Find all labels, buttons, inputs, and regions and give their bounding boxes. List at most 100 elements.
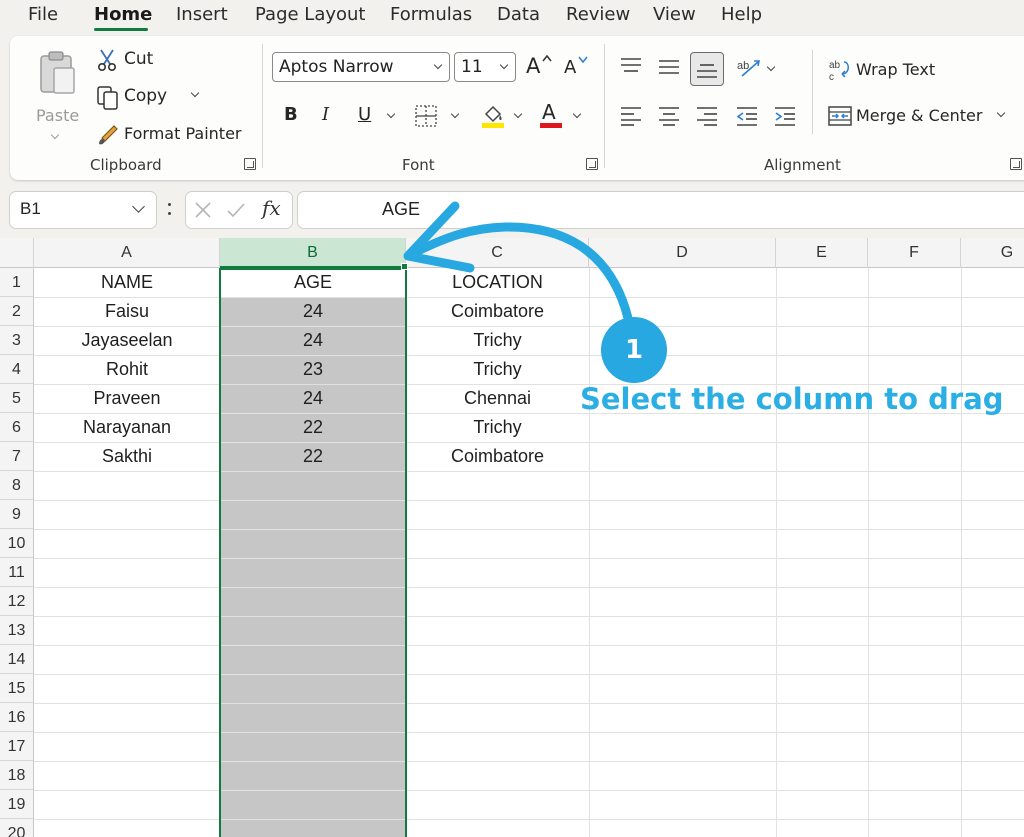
format-painter-label: Format Painter (124, 124, 242, 143)
enter-check-icon[interactable] (226, 201, 246, 219)
column-header-d[interactable]: D (589, 238, 776, 268)
tab-data[interactable]: Data (497, 4, 540, 25)
align-center-icon[interactable] (658, 106, 680, 126)
formula-bar-options-icon[interactable] (166, 200, 174, 220)
cell-c2[interactable]: Coimbatore (406, 297, 589, 326)
select-all-corner[interactable] (0, 238, 34, 268)
fill-handle[interactable] (401, 263, 408, 270)
font-color-button[interactable]: A (538, 100, 564, 130)
borders-icon[interactable] (414, 104, 438, 128)
alignment-dialog-launcher-icon[interactable] (1010, 158, 1022, 170)
row-header-5[interactable]: 5 (0, 384, 34, 413)
cell-a1[interactable]: NAME (34, 268, 220, 297)
grid-line (34, 732, 1024, 733)
row-header-19[interactable]: 19 (0, 790, 34, 819)
cell-a7[interactable]: Sakthi (34, 442, 220, 471)
decrease-font-size-button[interactable]: A (562, 52, 592, 82)
row-header-17[interactable]: 17 (0, 732, 34, 761)
row-header-20[interactable]: 20 (0, 819, 34, 837)
align-right-icon[interactable] (696, 106, 718, 126)
row-header-12[interactable]: 12 (0, 587, 34, 616)
chevron-down-icon[interactable] (513, 109, 523, 119)
chevron-down-icon[interactable] (572, 109, 582, 119)
column-header-a[interactable]: A (34, 238, 220, 268)
chevron-down-icon[interactable] (132, 200, 145, 213)
underline-button[interactable]: U (358, 104, 371, 125)
chevron-down-icon[interactable] (766, 62, 776, 72)
clipboard-dialog-launcher-icon[interactable] (244, 158, 256, 170)
cell-c4[interactable]: Trichy (406, 355, 589, 384)
row-header-9[interactable]: 9 (0, 500, 34, 529)
insert-function-button[interactable]: fx (262, 196, 281, 220)
row-header-4[interactable]: 4 (0, 355, 34, 384)
spreadsheet-grid[interactable]: A B C D E F G 1 2 3 4 5 6 7 8 9 10 11 12… (0, 238, 1024, 837)
selection-border[interactable] (219, 268, 407, 837)
cut-button[interactable]: Cut (94, 46, 174, 74)
tab-page-layout[interactable]: Page Layout (255, 4, 366, 25)
orientation-icon[interactable]: ab (736, 56, 762, 80)
copy-button[interactable]: Copy (94, 84, 204, 112)
cell-a2[interactable]: Faisu (34, 297, 220, 326)
row-header-18[interactable]: 18 (0, 761, 34, 790)
cell-c7[interactable]: Coimbatore (406, 442, 589, 471)
row-header-13[interactable]: 13 (0, 616, 34, 645)
italic-button[interactable]: I (322, 104, 329, 125)
row-header-16[interactable]: 16 (0, 703, 34, 732)
decrease-indent-icon[interactable] (736, 106, 758, 126)
cell-a4[interactable]: Rohit (34, 355, 220, 384)
cell-a5[interactable]: Praveen (34, 384, 220, 413)
tab-view[interactable]: View (653, 4, 696, 25)
cell-a6[interactable]: Narayanan (34, 413, 220, 442)
chevron-down-icon[interactable] (450, 109, 460, 119)
formula-input[interactable]: AGE (298, 192, 1024, 228)
row-header-7[interactable]: 7 (0, 442, 34, 471)
font-name-select[interactable]: Aptos Narrow (272, 52, 450, 82)
tab-formulas[interactable]: Formulas (390, 4, 472, 25)
cell-c3[interactable]: Trichy (406, 326, 589, 355)
column-header-e[interactable]: E (776, 238, 868, 268)
increase-font-size-button[interactable]: A (524, 52, 554, 82)
tab-review[interactable]: Review (566, 4, 630, 25)
cell-a3[interactable]: Jayaseelan (34, 326, 220, 355)
row-header-10[interactable]: 10 (0, 529, 34, 558)
wrap-text-button[interactable]: ab c Wrap Text (826, 56, 946, 86)
paste-label: Paste (36, 106, 80, 125)
cell-c5[interactable]: Chennai (406, 384, 589, 413)
paste-button[interactable]: Paste (28, 46, 84, 146)
grid-line (868, 268, 869, 837)
row-header-6[interactable]: 6 (0, 413, 34, 442)
align-middle-icon[interactable] (658, 58, 680, 78)
merge-center-button[interactable]: Merge & Center (826, 102, 1016, 132)
row-header-2[interactable]: 2 (0, 297, 34, 326)
column-header-b[interactable]: B (220, 238, 406, 268)
tab-home[interactable]: Home (94, 4, 152, 25)
chevron-down-icon[interactable] (386, 109, 396, 119)
tab-help[interactable]: Help (721, 4, 762, 25)
name-box[interactable]: B1 (10, 192, 156, 228)
tab-insert[interactable]: Insert (176, 4, 228, 25)
align-top-icon[interactable] (620, 56, 642, 76)
cell-c6[interactable]: Trichy (406, 413, 589, 442)
increase-indent-icon[interactable] (774, 106, 796, 126)
bold-button[interactable]: B (284, 104, 298, 125)
row-header-11[interactable]: 11 (0, 558, 34, 587)
svg-text:ab: ab (829, 60, 841, 71)
row-header-14[interactable]: 14 (0, 645, 34, 674)
align-left-icon[interactable] (620, 106, 642, 126)
cell-c1[interactable]: LOCATION (406, 268, 589, 297)
tab-file[interactable]: File (28, 4, 58, 25)
row-header-8[interactable]: 8 (0, 471, 34, 500)
increase-font-size-label: A (526, 54, 541, 78)
column-header-c[interactable]: C (406, 238, 589, 268)
cancel-icon[interactable] (194, 201, 212, 219)
column-header-g[interactable]: G (961, 238, 1024, 268)
fill-color-icon[interactable] (480, 102, 506, 130)
row-header-1[interactable]: 1 (0, 268, 34, 297)
align-bottom-button[interactable] (690, 52, 724, 86)
font-dialog-launcher-icon[interactable] (586, 158, 598, 170)
row-header-15[interactable]: 15 (0, 674, 34, 703)
font-size-select[interactable]: 11 (454, 52, 516, 82)
column-header-f[interactable]: F (868, 238, 961, 268)
format-painter-button[interactable]: Format Painter (94, 122, 254, 150)
row-header-3[interactable]: 3 (0, 326, 34, 355)
